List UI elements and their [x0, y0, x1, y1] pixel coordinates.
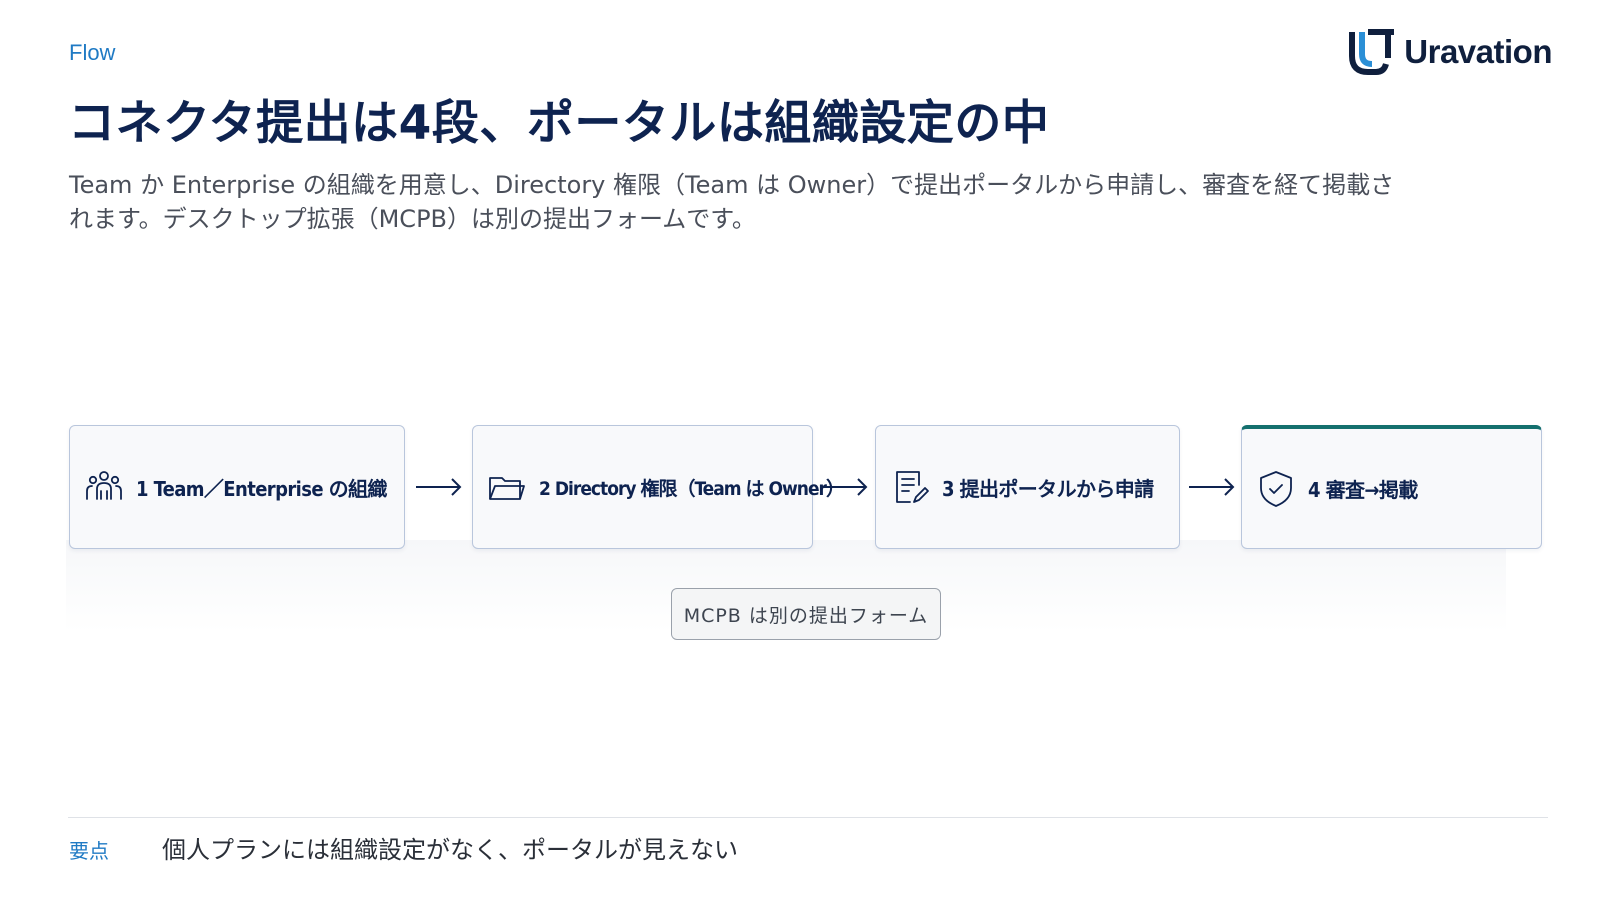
- flow-step-2: 2 Directory 権限（Team は Owner）: [472, 425, 845, 549]
- section-eyebrow: Flow: [69, 40, 116, 65]
- lead-paragraph: Team か Enterprise の組織を用意し、Directory 権限（T…: [69, 171, 1395, 233]
- key-point-label: 要点: [69, 839, 109, 863]
- slide: Flow Uravation コネクタ提出は4段、ポータルは組織設定の中 Tea…: [0, 0, 1600, 900]
- people-icon: [84, 467, 124, 507]
- logo-text: Uravation: [1404, 33, 1552, 70]
- arrow-right-icon: [822, 478, 868, 496]
- flow-step-label: 4 審査→掲載: [1308, 478, 1418, 502]
- page-title: コネクタ提出は4段、ポータルは組織設定の中: [68, 96, 1050, 151]
- flow-step-1: 1 Team／Enterprise の組織: [69, 425, 405, 549]
- uravation-logo-icon: [1349, 29, 1395, 75]
- folder-icon: [487, 467, 527, 507]
- flow-step-label: 3 提出ポータルから申請: [942, 476, 1154, 501]
- divider: [68, 817, 1548, 818]
- arrow-right-icon: [416, 478, 462, 496]
- shield-check-icon: [1256, 469, 1296, 509]
- flow-step-label: 2 Directory 権限（Team は Owner）: [539, 477, 845, 500]
- brand-logo: Uravation: [1348, 28, 1552, 76]
- arrow-right-icon: [1189, 478, 1235, 496]
- key-point-text: 個人プランには組織設定がなく、ポータルが見えない: [162, 836, 738, 864]
- flow-step-3: 3 提出ポータルから申請: [875, 425, 1180, 549]
- mcpb-note-badge: MCPB は別の提出フォーム: [671, 588, 941, 640]
- flow-step-4: 4 審査→掲載: [1241, 425, 1542, 549]
- flow-step-label: 1 Team／Enterprise の組織: [136, 476, 387, 501]
- document-edit-icon: [890, 467, 930, 507]
